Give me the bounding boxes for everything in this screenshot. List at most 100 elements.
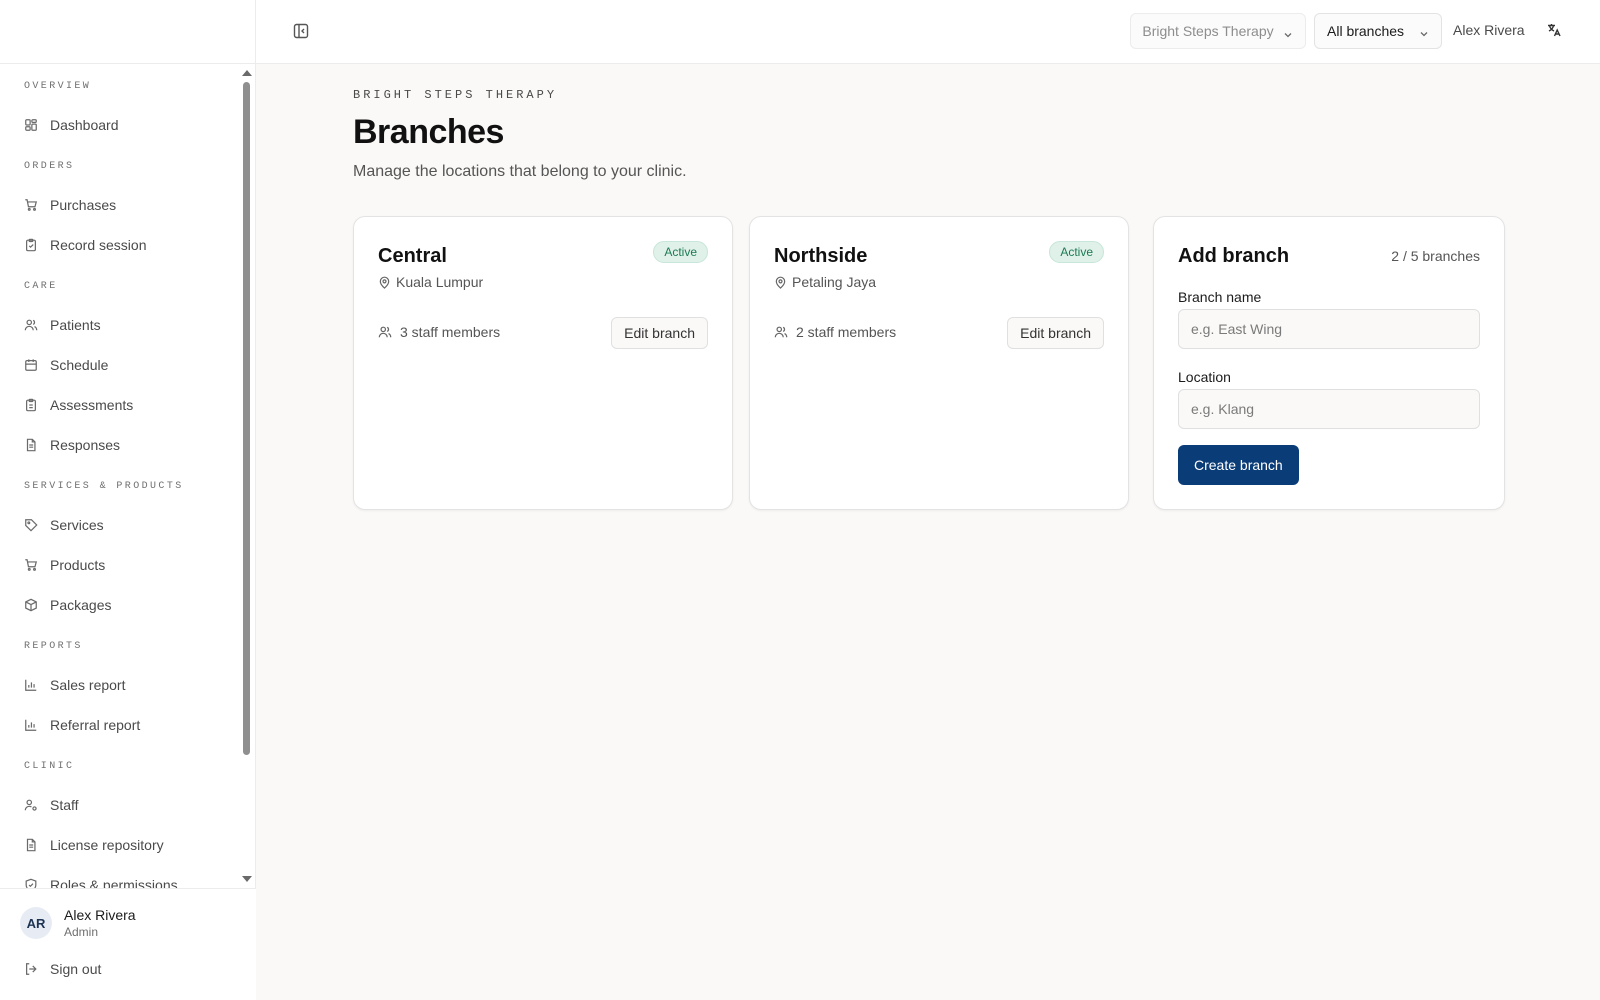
page-title: Branches (353, 113, 504, 151)
users-icon (774, 326, 788, 338)
branch-name-input[interactable] (1178, 309, 1480, 349)
sidebar-item-label: Roles & permissions (50, 877, 178, 888)
main-content: BRIGHT STEPS THERAPY Branches Manage the… (353, 64, 1505, 510)
sidebar-item-sales-report[interactable]: Sales report (0, 665, 242, 705)
sidebar-item-label: Staff (50, 797, 79, 813)
branch-select-value: All branches (1327, 23, 1405, 39)
clipboard-list-icon (24, 398, 38, 412)
sidebar-item-packages[interactable]: Packages (0, 585, 242, 625)
sidebar: OVERVIEW Dashboard ORDERS Purchases Reco… (0, 0, 256, 1000)
branch-name-label: Branch name (1178, 289, 1262, 305)
calendar-icon (24, 358, 38, 372)
topbar-user-name[interactable]: Alex Rivera (1453, 22, 1525, 38)
file-text-icon (24, 438, 38, 452)
add-branch-title: Add branch (1178, 245, 1290, 267)
branch-staff-text: 3 staff members (400, 324, 501, 340)
branch-name: Central (378, 245, 447, 267)
user-cog-icon (24, 798, 38, 812)
sidebar-item-dashboard[interactable]: Dashboard (0, 105, 242, 145)
branch-count: 2 / 5 branches (1391, 248, 1480, 264)
chevron-down-icon (1283, 26, 1293, 38)
branch-location: Petaling Jaya (774, 274, 876, 290)
branch-staff-count: 3 staff members (378, 324, 500, 340)
sidebar-item-label: Sales report (50, 677, 126, 693)
nav-section-services-products: SERVICES & PRODUCTS (24, 481, 184, 492)
sidebar-item-label: Record session (50, 237, 147, 253)
branch-staff-count: 2 staff members (774, 324, 896, 340)
sidebar-toggle-icon[interactable] (293, 23, 309, 39)
sidebar-item-record-session[interactable]: Record session (0, 225, 242, 265)
add-branch-card: Add branch 2 / 5 branches Branch name Lo… (1153, 216, 1505, 510)
sidebar-nav: OVERVIEW Dashboard ORDERS Purchases Reco… (0, 64, 256, 888)
page-subtitle: Manage the locations that belong to your… (353, 163, 687, 180)
sidebar-item-label: Responses (50, 437, 121, 453)
dashboard-icon (24, 118, 38, 132)
map-pin-icon (775, 276, 786, 289)
edit-branch-button[interactable]: Edit branch (1007, 317, 1104, 349)
branch-name: Northside (774, 245, 868, 267)
user-role: Admin (64, 925, 99, 939)
nav-section-reports: REPORTS (24, 641, 83, 652)
sidebar-item-services[interactable]: Services (0, 505, 242, 545)
sidebar-item-patients[interactable]: Patients (0, 305, 242, 345)
sidebar-item-label: Assessments (50, 397, 134, 413)
sidebar-item-purchases[interactable]: Purchases (0, 185, 242, 225)
location-label: Location (1178, 369, 1231, 385)
scroll-up-arrow-icon[interactable] (242, 70, 252, 76)
status-badge: Active (1049, 241, 1104, 263)
sidebar-item-label: Products (50, 557, 106, 573)
sidebar-user-block: AR Alex Rivera Admin Sign out (0, 888, 256, 1000)
branch-card: Northside Active Petaling Jaya 2 staff m… (749, 216, 1129, 510)
create-branch-button[interactable]: Create branch (1178, 445, 1299, 485)
cart-icon (24, 558, 38, 572)
scroll-thumb[interactable] (243, 82, 250, 755)
location-input[interactable] (1178, 389, 1480, 429)
branch-location: Kuala Lumpur (378, 274, 483, 290)
branch-staff-text: 2 staff members (796, 324, 897, 340)
sidebar-header (0, 0, 255, 64)
branch-select[interactable]: All branches (1314, 13, 1442, 49)
map-pin-icon (379, 276, 390, 289)
users-icon (24, 318, 38, 332)
edit-branch-button[interactable]: Edit branch (611, 317, 708, 349)
sidebar-item-label: Dashboard (50, 117, 119, 133)
language-icon[interactable] (1546, 22, 1562, 38)
log-out-icon (24, 962, 38, 976)
sidebar-item-label: Referral report (50, 717, 141, 733)
sidebar-item-label: License repository (50, 837, 164, 853)
nav-section-orders: ORDERS (24, 161, 75, 172)
file-text-icon (24, 838, 38, 852)
clinic-select[interactable]: Bright Steps Therapy (1130, 13, 1306, 49)
sidebar-item-referral-report[interactable]: Referral report (0, 705, 242, 745)
sidebar-item-label: Packages (50, 597, 112, 613)
branch-cards: Central Active Kuala Lumpur 3 staff memb… (353, 216, 1505, 510)
nav-section-care: CARE (24, 281, 58, 292)
sidebar-scrollbar[interactable] (241, 64, 252, 888)
sidebar-item-license-repository[interactable]: License repository (0, 825, 242, 865)
sign-out-label: Sign out (50, 961, 102, 977)
sidebar-item-responses[interactable]: Responses (0, 425, 242, 465)
users-icon (378, 326, 392, 338)
sidebar-item-products[interactable]: Products (0, 545, 242, 585)
sidebar-item-label: Services (50, 517, 104, 533)
branch-location-text: Petaling Jaya (792, 274, 877, 290)
nav-section-clinic: CLINIC (24, 761, 75, 772)
sidebar-item-assessments[interactable]: Assessments (0, 385, 242, 425)
sidebar-item-label: Schedule (50, 357, 109, 373)
nav-section-overview: OVERVIEW (24, 81, 92, 92)
sidebar-item-schedule[interactable]: Schedule (0, 345, 242, 385)
clipboard-icon (24, 238, 38, 252)
user-profile[interactable]: AR Alex Rivera Admin (0, 889, 256, 940)
sidebar-item-label: Purchases (50, 197, 117, 213)
sidebar-item-staff[interactable]: Staff (0, 785, 242, 825)
chevron-down-icon (1419, 26, 1429, 37)
page-eyebrow: BRIGHT STEPS THERAPY (353, 88, 558, 102)
shield-icon (24, 878, 38, 888)
user-name: Alex Rivera (64, 907, 136, 923)
sign-out-button[interactable]: Sign out (0, 949, 101, 989)
scroll-down-arrow-icon[interactable] (242, 876, 252, 882)
bar-chart-icon (24, 678, 38, 692)
topbar: Bright Steps Therapy All branches Alex R… (256, 0, 1600, 64)
package-icon (24, 598, 38, 612)
sidebar-item-roles-permissions[interactable]: Roles & permissions (0, 865, 242, 888)
